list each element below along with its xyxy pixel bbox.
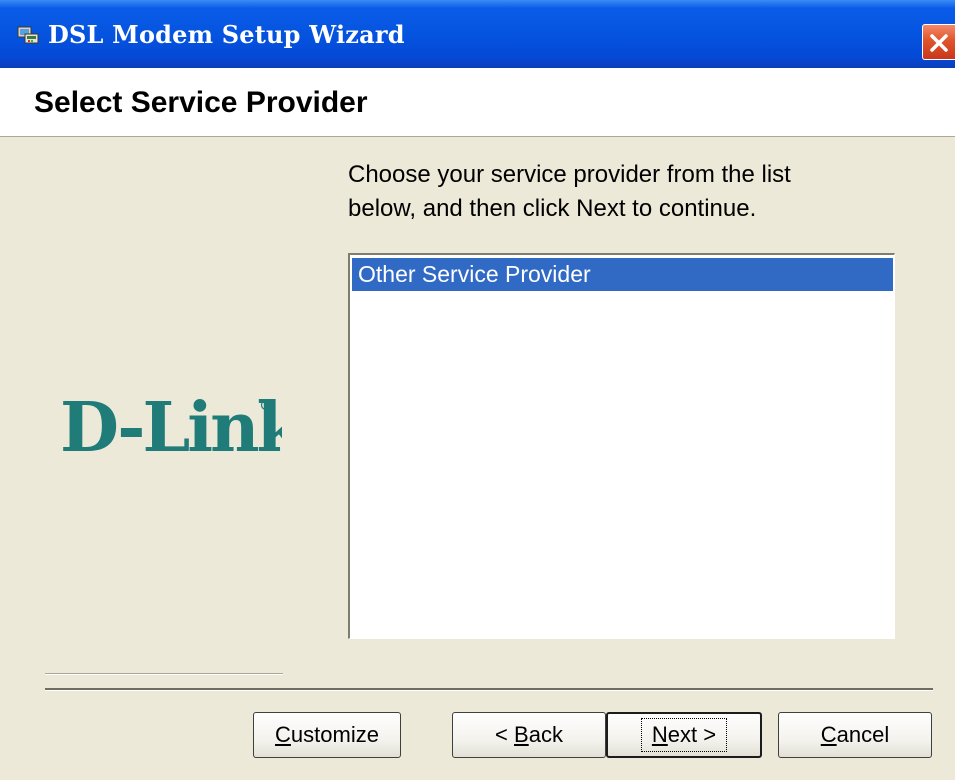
d-link-logo: D-Link R bbox=[60, 383, 309, 468]
cancel-label: Cancel bbox=[820, 722, 890, 747]
modem-wizard-icon bbox=[16, 24, 40, 46]
instruction-text: Choose your service provider from the li… bbox=[348, 158, 888, 226]
svg-text:R: R bbox=[264, 402, 268, 409]
next-button[interactable]: Next > bbox=[606, 712, 762, 758]
window-title: DSL Modem Setup Wizard bbox=[48, 20, 405, 49]
title-bar[interactable]: DSL Modem Setup Wizard bbox=[0, 0, 955, 68]
customize-button[interactable]: Customize bbox=[253, 712, 401, 758]
list-item-other-service-provider[interactable]: Other Service Provider bbox=[352, 258, 893, 291]
footer-divider bbox=[45, 688, 933, 691]
page-title: Select Service Provider bbox=[34, 86, 368, 119]
back-button[interactable]: < Back bbox=[452, 712, 606, 758]
customize-label: Customize bbox=[275, 722, 379, 747]
instruction-line-2: below, and then click Next to continue. bbox=[348, 195, 757, 222]
svg-text:D-Link: D-Link bbox=[60, 388, 282, 459]
close-button[interactable] bbox=[922, 24, 955, 60]
setup-wizard-window: DSL Modem Setup Wizard Select Service Pr… bbox=[0, 0, 955, 780]
next-label: Next > bbox=[640, 718, 728, 752]
short-divider bbox=[45, 673, 283, 675]
service-provider-list[interactable]: Other Service Provider bbox=[348, 253, 895, 639]
cancel-button[interactable]: Cancel bbox=[778, 712, 932, 758]
back-label: < Back bbox=[495, 722, 563, 747]
instruction-line-1: Choose your service provider from the li… bbox=[348, 161, 791, 188]
